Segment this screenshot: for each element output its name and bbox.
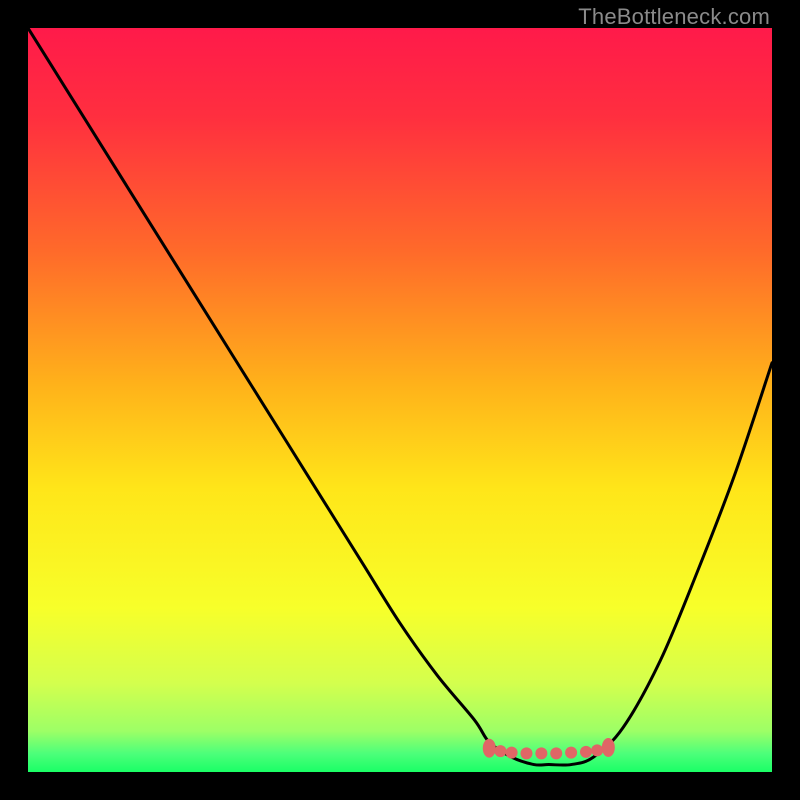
marker-dot	[506, 747, 518, 759]
chart-frame	[28, 28, 772, 772]
marker-dot	[483, 739, 496, 758]
watermark-text: TheBottleneck.com	[578, 4, 770, 30]
marker-dot	[535, 747, 547, 759]
marker-dot	[602, 738, 615, 757]
marker-dot	[550, 747, 562, 759]
marker-dot	[565, 747, 577, 759]
marker-dot	[591, 744, 603, 756]
chart-svg	[28, 28, 772, 772]
marker-dot	[520, 747, 532, 759]
marker-dot	[580, 746, 592, 758]
marker-dot	[494, 745, 506, 757]
